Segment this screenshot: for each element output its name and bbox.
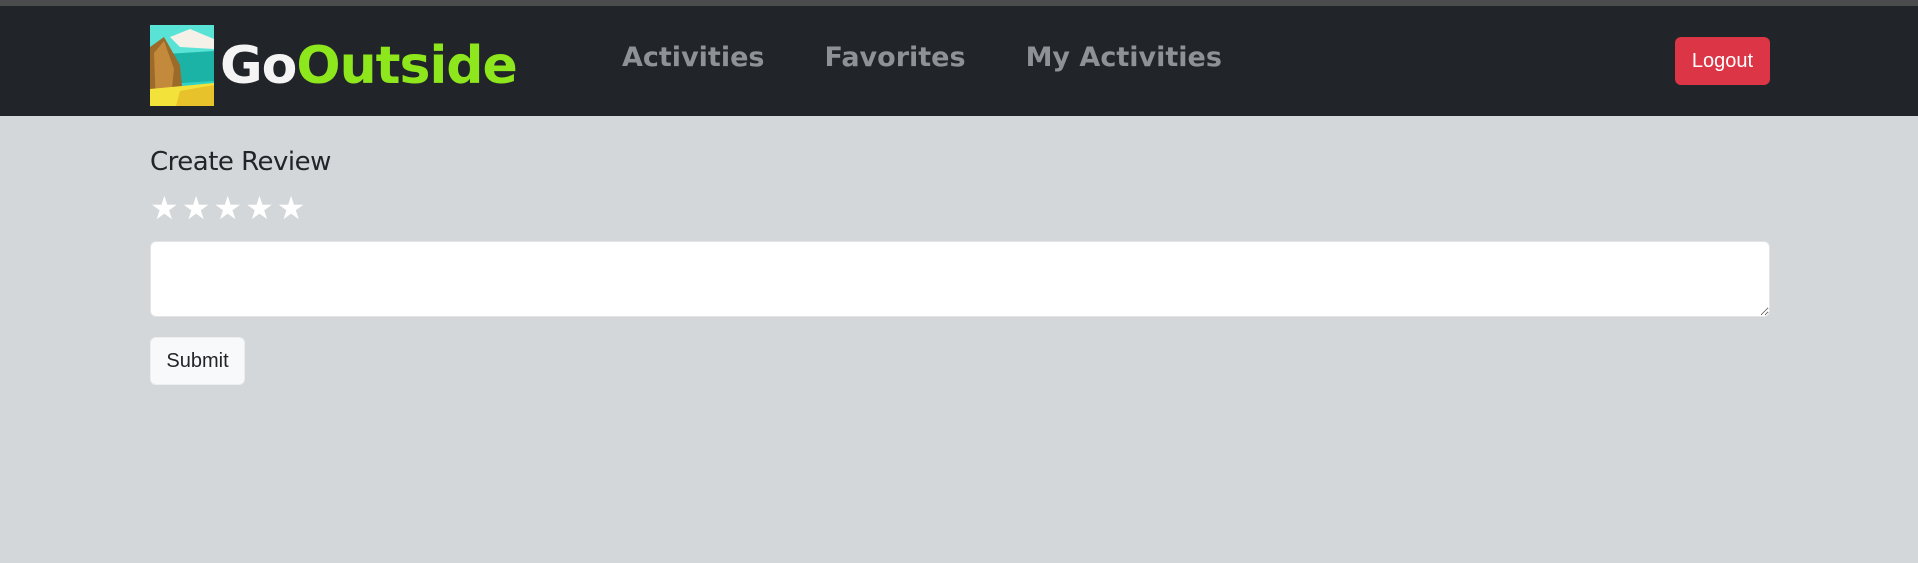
nav-link-activities[interactable]: Activities xyxy=(622,42,764,73)
nav-links: Activities Favorites My Activities xyxy=(622,42,1282,73)
star-icon[interactable]: ★ xyxy=(213,192,242,224)
review-textarea[interactable] xyxy=(150,241,1770,317)
star-rating: ★ ★ ★ ★ ★ xyxy=(150,191,1770,225)
page-title: Create Review xyxy=(150,147,331,177)
brand-logo[interactable]: GoOutside xyxy=(150,25,518,106)
star-icon[interactable]: ★ xyxy=(245,192,274,224)
create-review-form: Create Review ★ ★ ★ ★ ★ Submit xyxy=(150,147,1770,385)
submit-button[interactable]: Submit xyxy=(150,337,245,385)
star-icon[interactable]: ★ xyxy=(182,192,211,224)
logout-button[interactable]: Logout xyxy=(1675,37,1770,85)
nav-link-my-activities[interactable]: My Activities xyxy=(1026,42,1222,73)
navbar: GoOutside Activities Favorites My Activi… xyxy=(0,6,1918,116)
logo-text-outside: Outside xyxy=(296,35,517,96)
star-icon[interactable]: ★ xyxy=(150,192,179,224)
nav-link-favorites[interactable]: Favorites xyxy=(824,42,965,73)
star-icon[interactable]: ★ xyxy=(277,192,306,224)
mountain-landscape-icon xyxy=(150,25,214,106)
logo-text-go: Go xyxy=(220,35,297,96)
